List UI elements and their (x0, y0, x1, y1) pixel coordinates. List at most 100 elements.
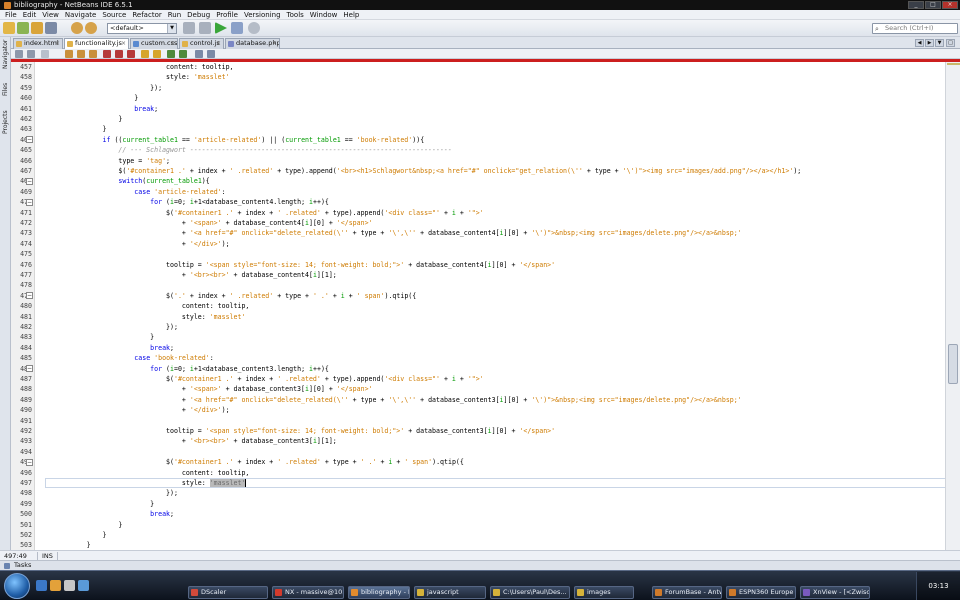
code-line[interactable]: $('#container1 .' + index + ' .related' … (39, 166, 801, 176)
menu-debug[interactable]: Debug (184, 11, 213, 19)
code-line[interactable]: $('.' + index + ' .related' + type + ' .… (39, 291, 416, 301)
side-tab-files[interactable]: Files (1, 79, 10, 99)
taskbar-button[interactable]: ESPN360 Europe Pl... (726, 586, 796, 599)
menu-refactor[interactable]: Refactor (129, 11, 164, 19)
maximize-icon[interactable]: □ (925, 1, 941, 9)
code-line[interactable]: $('#container1 .' + index + ' .related' … (39, 457, 464, 467)
new-file-icon[interactable] (3, 22, 15, 34)
minimize-icon[interactable]: _ (908, 1, 924, 9)
debug-icon[interactable] (231, 22, 243, 34)
maximize-editor-icon[interactable]: □ (946, 39, 955, 47)
code-line[interactable]: + '<br><br>' + database_content3[i][1]; (39, 436, 337, 446)
explorer-icon[interactable] (64, 580, 75, 591)
tab-control-js[interactable]: control.js × (179, 38, 224, 49)
next-bookmark-icon[interactable] (115, 50, 123, 58)
code-line[interactable]: $('#container1 .' + index + ' .related' … (39, 208, 484, 218)
code-line[interactable]: content: tooltip, (39, 62, 234, 72)
code-line[interactable]: case 'article-related': (39, 187, 225, 197)
code-fold-icon[interactable]: − (26, 198, 33, 206)
code-line[interactable]: + '<a href="#" onclick="delete_related(\… (39, 228, 742, 238)
menu-source[interactable]: Source (99, 11, 129, 19)
code-line[interactable]: tooltip = '<span style="font-size: 14; f… (39, 426, 555, 436)
menu-help[interactable]: Help (340, 11, 362, 19)
uncomment-icon[interactable] (207, 50, 215, 58)
side-tab-navigator[interactable]: Navigator (1, 39, 10, 68)
code-fold-icon[interactable]: − (26, 292, 33, 300)
build-icon[interactable] (183, 22, 195, 34)
taskbar-button[interactable]: XnView - [<Zwisch... (800, 586, 870, 599)
taskbar-button[interactable]: NX - massive@10.... (272, 586, 344, 599)
configuration-select[interactable]: <default> ▼ (107, 23, 177, 34)
show-desktop-icon[interactable] (36, 580, 47, 591)
code-line[interactable]: content: tooltip, (39, 301, 250, 311)
close-icon[interactable]: × (121, 39, 126, 48)
shift-left-icon[interactable] (141, 50, 149, 58)
firefox-icon[interactable] (50, 580, 61, 591)
code-line[interactable]: } (39, 520, 122, 530)
code-line[interactable]: + '<a href="#" onclick="delete_related(\… (39, 395, 742, 405)
clock[interactable]: 03:13 (928, 582, 948, 590)
menu-navigate[interactable]: Navigate (62, 11, 99, 19)
save-all-icon[interactable] (45, 22, 57, 34)
code-line[interactable]: type = 'tag'; (39, 156, 170, 166)
code-line[interactable]: + '<span>' + database_content4[i][0] + '… (39, 218, 373, 228)
profile-icon[interactable] (248, 22, 260, 34)
code-line[interactable]: } (39, 124, 107, 134)
menu-window[interactable]: Window (307, 11, 341, 19)
stop-macro-icon[interactable] (179, 50, 187, 58)
code-line[interactable]: break; (39, 104, 158, 114)
tasks-bar[interactable]: Tasks (0, 560, 960, 570)
code-line[interactable]: + '</div>'); (39, 239, 230, 249)
code-line[interactable]: } (39, 499, 154, 509)
code-line[interactable]: switch(current_table1){ (39, 176, 209, 186)
menu-versioning[interactable]: Versioning (241, 11, 284, 19)
open-project-icon[interactable] (31, 22, 43, 34)
code-line[interactable]: }); (39, 488, 178, 498)
scroll-tabs-left-icon[interactable]: ◀ (915, 39, 924, 47)
comment-icon[interactable] (195, 50, 203, 58)
code-line[interactable]: content: tooltip, (39, 468, 250, 478)
code-line[interactable]: case 'book-related': (39, 353, 213, 363)
code-line[interactable]: }); (39, 322, 178, 332)
switch-windows-icon[interactable] (78, 580, 89, 591)
scrollbar-thumb[interactable] (948, 344, 958, 384)
code-line[interactable]: }); (39, 83, 162, 93)
code-line[interactable]: break; (39, 509, 174, 519)
code-fold-icon[interactable]: − (26, 365, 33, 373)
taskbar-button[interactable]: C:\Users\Paul\Des... (490, 586, 570, 599)
menu-file[interactable]: File (2, 11, 20, 19)
toggle-bookmark-icon[interactable] (127, 50, 135, 58)
taskbar-button[interactable]: DScaler (188, 586, 268, 599)
tab-custom-css[interactable]: custom.css × (130, 38, 178, 49)
menu-profile[interactable]: Profile (213, 11, 241, 19)
find-next-icon[interactable] (77, 50, 85, 58)
close-icon[interactable]: × (942, 1, 958, 9)
menu-edit[interactable]: Edit (20, 11, 40, 19)
previous-bookmark-icon[interactable] (103, 50, 111, 58)
code-line[interactable]: // --- Schlagwort ----------------------… (39, 145, 451, 155)
code-line[interactable]: if ((current_table1 == 'article-related'… (39, 135, 425, 145)
code-fold-icon[interactable]: − (26, 177, 33, 185)
code-line[interactable]: style: 'masslet' (39, 478, 247, 488)
menu-view[interactable]: View (39, 11, 62, 19)
code-line[interactable]: + '<br><br>' + database_content4[i][1]; (39, 270, 337, 280)
redo-icon[interactable] (85, 22, 97, 34)
code-line[interactable]: style: 'masslet' (39, 72, 230, 82)
close-icon[interactable]: × (272, 39, 277, 48)
clean-build-icon[interactable] (199, 22, 211, 34)
start-button[interactable] (4, 573, 30, 599)
run-icon[interactable] (215, 22, 227, 34)
forward-icon[interactable] (27, 50, 35, 58)
tab-index-html[interactable]: index.html × (13, 38, 63, 49)
side-tab-projects[interactable]: Projects (1, 109, 10, 135)
taskbar-button[interactable]: javascript (414, 586, 486, 599)
shift-right-icon[interactable] (153, 50, 161, 58)
code-line[interactable]: } (39, 93, 138, 103)
code-line[interactable]: + '</div>'); (39, 405, 230, 415)
code-line[interactable]: } (39, 114, 122, 124)
code-fold-icon[interactable]: − (26, 136, 33, 144)
scroll-tabs-right-icon[interactable]: ▶ (925, 39, 934, 47)
search-input[interactable]: ⌕ Search (Ctrl+I) (872, 23, 958, 34)
code-line[interactable]: + '<span>' + database_content3[i][0] + '… (39, 384, 373, 394)
code-line[interactable]: for (i=0; i+1<database_content4.length; … (39, 197, 329, 207)
